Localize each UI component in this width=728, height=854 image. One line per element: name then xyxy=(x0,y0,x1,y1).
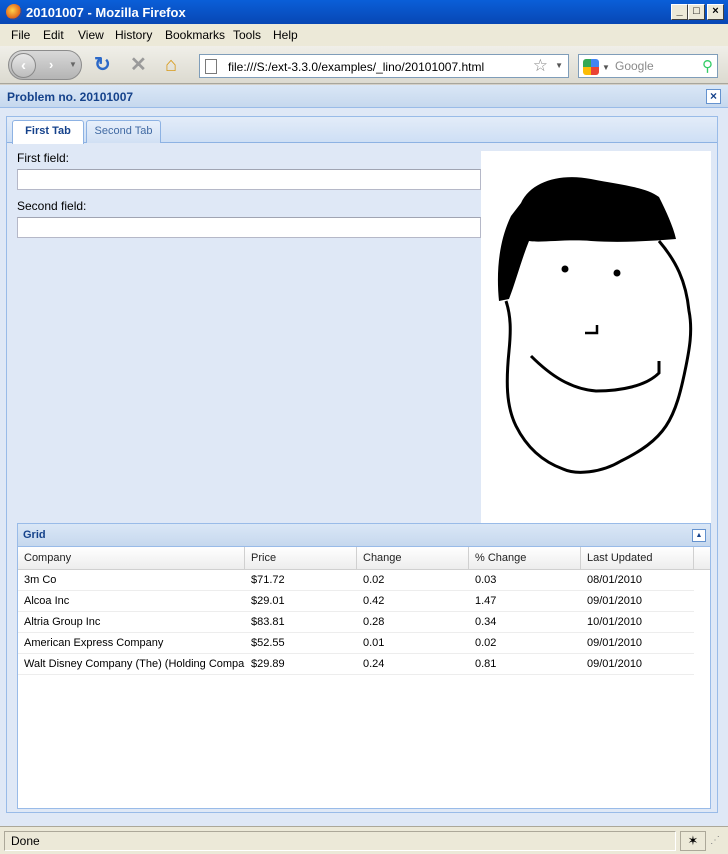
close-window-button[interactable]: × xyxy=(707,4,724,20)
menu-bar: File Edit View History Bookmarks Tools H… xyxy=(0,24,728,46)
search-input[interactable] xyxy=(615,58,695,74)
column-header-pct-change[interactable]: % Change xyxy=(469,547,581,570)
firefox-icon xyxy=(6,4,22,20)
cell-price: $52.55 xyxy=(251,637,285,649)
menu-tools[interactable]: Tools xyxy=(233,28,261,42)
page-content: Problem no. 20101007 × First Tab Second … xyxy=(0,85,728,826)
cell-company: Walt Disney Company (The) (Holding Compa… xyxy=(24,658,245,670)
column-header-last-updated[interactable]: Last Updated xyxy=(581,547,694,570)
tab-strip: First Tab Second Tab xyxy=(7,117,717,144)
resize-grip-icon[interactable]: ⋰ xyxy=(710,835,720,846)
cell-price: $83.81 xyxy=(251,616,285,628)
second-field-label: Second field: xyxy=(17,199,87,213)
reload-icon[interactable]: ↻ xyxy=(94,55,111,75)
table-row[interactable]: Alcoa Inc $29.01 0.42 1.47 09/01/2010 xyxy=(18,591,694,612)
cell-company: Altria Group Inc xyxy=(24,616,101,628)
stop-icon[interactable]: ✕ xyxy=(130,55,147,75)
table-row[interactable]: 3m Co $71.72 0.02 0.03 08/01/2010 xyxy=(18,570,694,591)
tab-first[interactable]: First Tab xyxy=(12,120,84,144)
search-icon[interactable]: ⚲ xyxy=(702,57,713,75)
cell-last-updated: 10/01/2010 xyxy=(587,616,643,628)
menu-history[interactable]: History xyxy=(115,28,152,42)
cell-pct-change: 0.02 xyxy=(475,637,497,649)
first-field-label: First field: xyxy=(17,151,70,165)
history-dropdown-icon[interactable]: ▼ xyxy=(69,60,77,69)
cell-last-updated: 09/01/2010 xyxy=(587,637,643,649)
second-field-input[interactable] xyxy=(17,217,481,238)
panel-header: Problem no. 20101007 × xyxy=(0,85,728,108)
grid-panel: Grid ▲ Company Price Change % Change Las… xyxy=(17,523,711,809)
menu-file[interactable]: File xyxy=(11,28,30,42)
cell-pct-change: 0.81 xyxy=(475,658,497,670)
window-title: 20101007 - Mozilla Firefox xyxy=(26,5,186,20)
address-bar[interactable]: file:///S:/ext-3.3.0/examples/_lino/2010… xyxy=(199,54,569,78)
menu-view[interactable]: View xyxy=(78,28,104,42)
minimize-button[interactable]: _ xyxy=(671,4,688,20)
engine-dropdown-icon[interactable]: ▼ xyxy=(602,63,610,72)
forward-icon[interactable]: › xyxy=(49,57,53,72)
back-icon[interactable]: ‹ xyxy=(11,53,36,78)
cell-price: $71.72 xyxy=(251,574,285,586)
cell-change: 0.28 xyxy=(363,616,385,628)
cell-last-updated: 08/01/2010 xyxy=(587,574,643,586)
cell-pct-change: 0.34 xyxy=(475,616,497,628)
cell-company: American Express Company xyxy=(24,637,164,649)
cell-change: 0.24 xyxy=(363,658,385,670)
cell-change: 0.02 xyxy=(363,574,385,586)
url-text[interactable]: file:///S:/ext-3.3.0/examples/_lino/2010… xyxy=(228,60,484,74)
grid-column-headers: Company Price Change % Change Last Updat… xyxy=(18,547,710,570)
cell-pct-change: 0.03 xyxy=(475,574,497,586)
tab-panel: First Tab Second Tab First field: Second… xyxy=(6,116,718,813)
table-row[interactable]: Walt Disney Company (The) (Holding Compa… xyxy=(18,654,694,675)
panel-title: Problem no. 20101007 xyxy=(7,90,134,104)
maximize-button[interactable]: □ xyxy=(688,4,705,20)
face-drawing-svg xyxy=(497,177,693,474)
cell-pct-change: 1.47 xyxy=(475,595,497,607)
bug-icon[interactable]: ✶ xyxy=(680,831,706,851)
collapse-icon[interactable]: ▲ xyxy=(692,529,706,542)
column-header-change[interactable]: Change xyxy=(357,547,469,570)
page-icon xyxy=(205,59,217,74)
cell-change: 0.01 xyxy=(363,637,385,649)
back-forward-group: ‹ › ▼ xyxy=(8,50,82,80)
cell-last-updated: 09/01/2010 xyxy=(587,658,643,670)
cell-change: 0.42 xyxy=(363,595,385,607)
status-text: Done xyxy=(4,831,676,851)
column-header-price[interactable]: Price xyxy=(245,547,357,570)
cell-company: Alcoa Inc xyxy=(24,595,70,607)
window-titlebar: 20101007 - Mozilla Firefox _ □ × xyxy=(0,0,728,24)
table-row[interactable]: American Express Company $52.55 0.01 0.0… xyxy=(18,633,694,654)
home-icon[interactable]: ⌂ xyxy=(165,55,177,75)
close-icon[interactable]: × xyxy=(706,89,721,104)
search-bar[interactable]: ▼ ⚲ xyxy=(578,54,718,78)
bookmark-star-icon[interactable]: ☆ xyxy=(533,56,548,76)
face-drawing xyxy=(481,151,711,523)
cell-last-updated: 09/01/2010 xyxy=(587,595,643,607)
grid-title: Grid xyxy=(23,529,46,541)
menu-help[interactable]: Help xyxy=(273,28,298,42)
cell-company: 3m Co xyxy=(24,574,57,586)
column-header-company[interactable]: Company xyxy=(18,547,245,570)
menu-edit[interactable]: Edit xyxy=(43,28,64,42)
cell-price: $29.89 xyxy=(251,658,285,670)
url-dropdown-icon[interactable]: ▼ xyxy=(555,61,563,70)
first-field-input[interactable] xyxy=(17,169,481,190)
cell-price: $29.01 xyxy=(251,595,285,607)
menu-bookmarks[interactable]: Bookmarks xyxy=(165,28,225,42)
grid-header: Grid ▲ xyxy=(18,524,710,547)
status-bar: Done ✶ ⋰ xyxy=(0,826,728,854)
table-row[interactable]: Altria Group Inc $83.81 0.28 0.34 10/01/… xyxy=(18,612,694,633)
google-icon[interactable] xyxy=(583,59,599,75)
tab-second[interactable]: Second Tab xyxy=(86,120,161,143)
navigation-toolbar: ‹ › ▼ ↻ ✕ ⌂ file:///S:/ext-3.3.0/example… xyxy=(0,46,728,84)
